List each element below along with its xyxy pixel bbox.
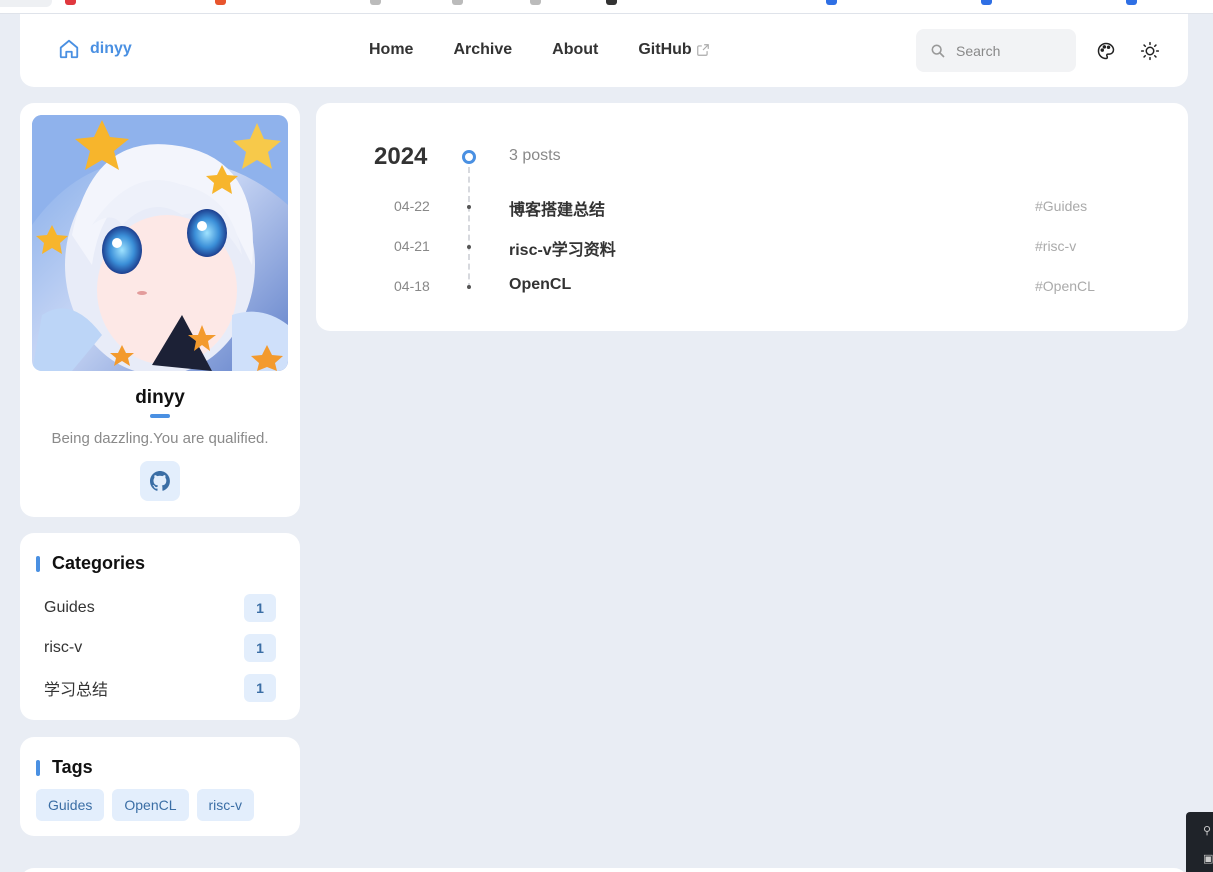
search-input[interactable] — [956, 42, 1066, 59]
favicon-icon — [215, 0, 226, 5]
footer-card — [20, 868, 1188, 872]
post-date: 04-22 — [394, 198, 430, 214]
github-profile-button[interactable] — [140, 461, 180, 501]
nav-github-label: GitHub — [638, 41, 692, 58]
timeline-dot — [467, 205, 471, 209]
brand-name: dinyy — [90, 40, 132, 57]
timeline-year-dot — [462, 150, 476, 164]
post-title-link[interactable]: risc-v学习资料 — [509, 236, 616, 260]
nav-about[interactable]: About — [552, 41, 598, 59]
category-count-badge: 1 — [244, 674, 276, 702]
nav-home[interactable]: Home — [369, 41, 413, 59]
timeline-dot — [467, 245, 471, 249]
post-tag-link[interactable]: #risc-v — [1035, 238, 1076, 254]
tag-risc-v[interactable]: risc-v — [196, 789, 254, 821]
profile-bio: Being dazzling.You are qualified. — [51, 430, 269, 447]
category-count-badge: 1 — [244, 594, 276, 622]
category-label: risc-v — [44, 639, 83, 656]
archive-post-count: 3 posts — [509, 147, 561, 164]
favicon-icon — [606, 0, 617, 5]
external-link-icon — [696, 44, 709, 56]
tag-opencl[interactable]: OpenCL — [112, 789, 189, 821]
browser-tab-strip — [0, 0, 1213, 14]
category-item-study-summary[interactable]: 学习总结 1 — [20, 668, 300, 708]
toolbar-square-icon: ▣ — [1203, 852, 1213, 865]
favicon-icon — [530, 0, 541, 5]
archive-post-row[interactable]: 04-22 博客搭建总结 #Guides — [316, 186, 1188, 226]
avatar — [32, 115, 288, 371]
category-label: 学习总结 — [44, 682, 109, 699]
archive-panel: 2024 3 posts 04-22 博客搭建总结 #Guides 04-21 … — [316, 103, 1188, 331]
category-list: Guides 1 risc-v 1 学习总结 1 — [20, 588, 300, 708]
tags-title: Tags — [36, 757, 93, 778]
favicon-icon — [826, 0, 837, 5]
favicon-icon — [1126, 0, 1137, 5]
title-accent-bar — [36, 759, 40, 776]
categories-widget: Categories Guides 1 risc-v 1 学习总结 1 — [20, 533, 300, 720]
light-mode-button[interactable] — [1139, 40, 1161, 62]
sun-icon — [1140, 41, 1160, 61]
tag-guides[interactable]: Guides — [36, 789, 105, 821]
main-nav: Home Archive About GitHub — [369, 41, 750, 59]
title-accent-bar — [36, 555, 40, 572]
post-tag-link[interactable]: #Guides — [1035, 198, 1087, 214]
archive-post-row[interactable]: 04-18 OpenCL #OpenCL — [316, 266, 1188, 306]
github-icon — [150, 471, 170, 491]
category-count-badge: 1 — [244, 634, 276, 662]
home-icon — [59, 39, 79, 59]
favicon-icon — [65, 0, 76, 5]
category-item-guides[interactable]: Guides 1 — [20, 588, 300, 628]
name-underline — [150, 414, 170, 418]
user-icon: ⚲ — [1203, 824, 1212, 837]
nav-archive[interactable]: Archive — [453, 41, 512, 59]
post-title-link[interactable]: 博客搭建总结 — [509, 196, 605, 220]
favicon-icon — [452, 0, 463, 5]
post-date: 04-18 — [394, 278, 430, 294]
archive-post-row[interactable]: 04-21 risc-v学习资料 #risc-v — [316, 226, 1188, 266]
archive-year: 2024 — [374, 143, 428, 170]
search-icon — [931, 44, 945, 58]
category-label: Guides — [44, 599, 95, 616]
post-tag-link[interactable]: #OpenCL — [1035, 278, 1095, 294]
categories-title-text: Categories — [52, 553, 146, 573]
palette-icon — [1097, 42, 1115, 60]
avatar-illustration — [32, 115, 288, 371]
tags-title-text: Tags — [52, 757, 93, 777]
categories-title: Categories — [36, 553, 145, 574]
favicon-icon — [370, 0, 381, 5]
favicon-icon — [981, 0, 992, 5]
profile-name: dinyy — [135, 387, 185, 408]
post-title-link[interactable]: OpenCL — [509, 276, 571, 294]
nav-github[interactable]: GitHub — [638, 41, 709, 59]
search-box[interactable] — [916, 29, 1076, 72]
brand-link[interactable]: dinyy — [58, 38, 132, 60]
tag-list: Guides OpenCL risc-v — [36, 789, 254, 821]
category-item-risc-v[interactable]: risc-v 1 — [20, 628, 300, 668]
theme-palette-button[interactable] — [1095, 40, 1117, 62]
profile-card: dinyy Being dazzling.You are qualified. — [20, 103, 300, 517]
top-navbar: dinyy Home Archive About GitHub — [20, 14, 1188, 87]
post-date: 04-21 — [394, 238, 430, 254]
browser-tab[interactable] — [0, 0, 52, 7]
floating-toolbar[interactable]: ⚲ ▣ — [1186, 812, 1213, 872]
timeline-dot — [467, 285, 471, 289]
tags-widget: Tags Guides OpenCL risc-v — [20, 737, 300, 836]
